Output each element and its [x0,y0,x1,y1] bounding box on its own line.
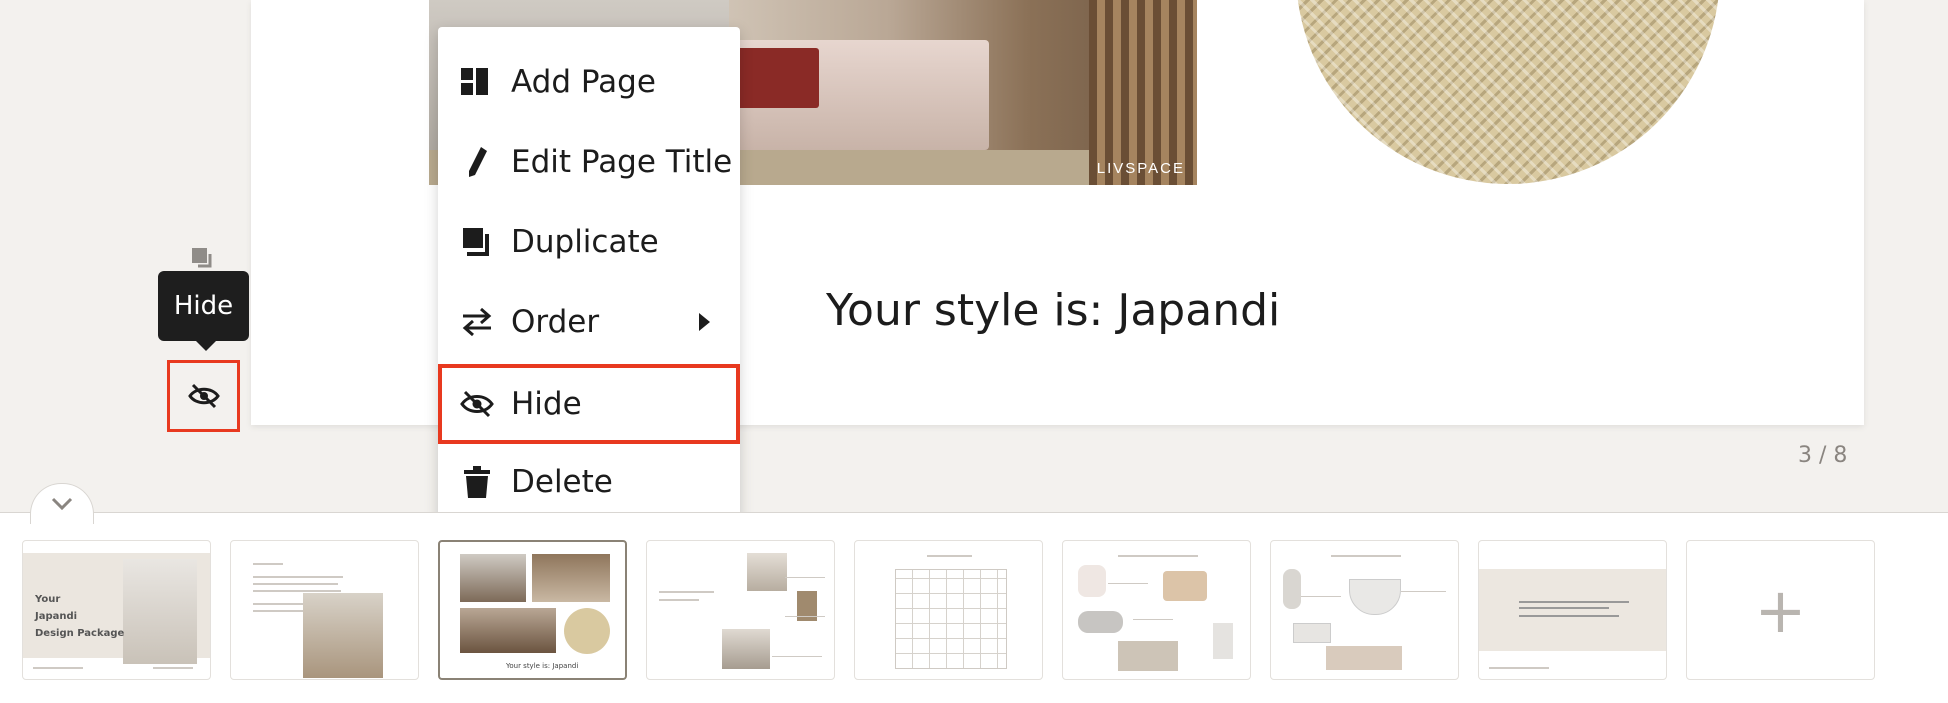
page-counter: 3 / 8 [1798,443,1848,468]
order-arrows-icon [460,305,494,339]
page-thumbnail-5[interactable] [854,540,1043,680]
pencil-icon [460,145,494,179]
editor-canvas: LIVSPACE Your style is: Japandi 3 / 8 Hi… [0,0,1948,512]
page-thumbnail-4[interactable] [646,540,835,680]
submenu-arrow-icon [699,313,710,331]
eye-slash-icon [460,387,494,421]
page-thumbnail-6[interactable] [1062,540,1251,680]
add-page-icon [460,65,494,99]
duplicate-icon [460,225,494,259]
menu-item-edit-page-title[interactable]: Edit Page Title [438,122,740,202]
page-thumbnail-2[interactable] [230,540,419,680]
menu-item-add-page[interactable]: Add Page [438,42,740,122]
photo-credit: LIVSPACE [1096,160,1185,177]
page-context-menu: Add Page Edit Page Title Duplicate Order [438,27,740,537]
add-page-thumbnail[interactable]: + [1686,540,1875,680]
thumbnail-title: Your Japandi Design Package [35,594,125,639]
eye-slash-icon [187,383,220,409]
menu-item-duplicate[interactable]: Duplicate [438,202,740,282]
menu-item-order[interactable]: Order [438,282,740,362]
duplicate-icon[interactable] [190,246,216,272]
page-thumbnail-8[interactable] [1478,540,1667,680]
thumbnail-title: Your style is: Japandi [506,662,579,670]
rattan-texture-circle [1296,0,1720,184]
chevron-down-icon [51,497,73,511]
menu-item-hide[interactable]: Hide [438,364,740,444]
trash-icon [460,465,494,499]
page-thumbnail-1[interactable]: Your Japandi Design Package [22,540,211,680]
plus-icon: + [1754,573,1807,647]
page-thumbnail-3[interactable]: Your style is: Japandi [438,540,627,680]
hide-tooltip: Hide [158,271,249,351]
slide-caption[interactable]: Your style is: Japandi [826,285,1280,336]
menu-item-delete[interactable]: Delete [438,442,740,522]
page-thumbnail-7[interactable] [1270,540,1459,680]
hide-page-button[interactable] [167,360,240,432]
